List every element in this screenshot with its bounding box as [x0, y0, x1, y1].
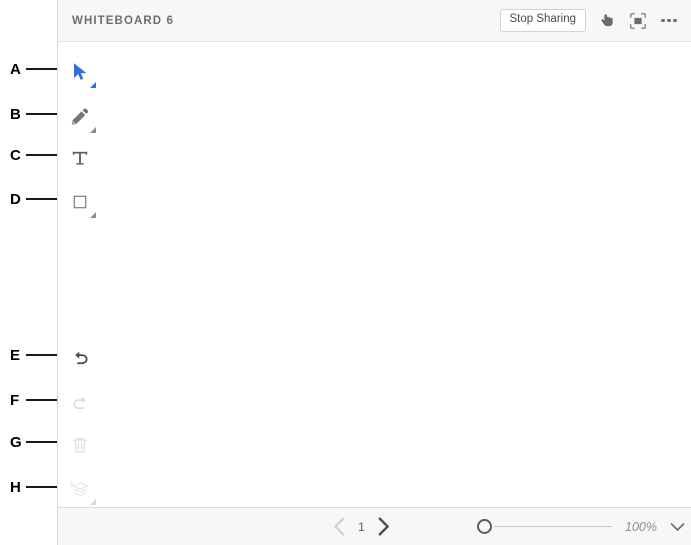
- page-navigation: 1: [333, 517, 390, 536]
- zoom-slider-handle[interactable]: [477, 519, 492, 534]
- whiteboard-canvas[interactable]: [102, 42, 691, 507]
- annotation-callout-a: A: [10, 58, 62, 80]
- more-options-icon[interactable]: [659, 11, 679, 31]
- window-titlebar: WHITEBOARD 6 Stop Sharing: [58, 0, 691, 42]
- dot: [661, 18, 665, 23]
- fit-to-screen-icon[interactable]: [628, 11, 648, 31]
- shape-tool[interactable]: [63, 185, 97, 219]
- tool-flyout-indicator[interactable]: [90, 82, 96, 88]
- annotation-callout-d: D: [10, 188, 62, 210]
- annotation-callout-f: F: [10, 389, 62, 411]
- annotation-letter: E: [10, 346, 21, 364]
- annotation-callout-g: G: [10, 431, 62, 453]
- annotation-callout-c: C: [10, 144, 62, 166]
- text-tool[interactable]: [63, 141, 97, 175]
- status-bar: 1 100%: [58, 507, 691, 545]
- delete-button[interactable]: [63, 428, 97, 462]
- tool-palette: [58, 42, 102, 507]
- header-actions: Stop Sharing: [499, 9, 680, 32]
- annotation-letter: C: [10, 146, 21, 164]
- annotation-letter: G: [10, 433, 22, 451]
- annotation-callout-h: H: [10, 476, 62, 498]
- tool-flyout-indicator[interactable]: [90, 127, 96, 133]
- tool-flyout-indicator[interactable]: [90, 212, 96, 218]
- zoom-controls: 100%: [477, 519, 685, 534]
- annotation-letter: F: [10, 391, 20, 409]
- annotation-letter: A: [10, 60, 21, 78]
- layers-button[interactable]: [63, 472, 97, 506]
- selection-tool[interactable]: [63, 55, 97, 89]
- annotation-callout-e: E: [10, 344, 62, 366]
- annotation-letter: D: [10, 190, 21, 208]
- annotation-callout-b: B: [10, 103, 62, 125]
- hand-pointer-icon[interactable]: [597, 11, 617, 31]
- tool-flyout-indicator[interactable]: [90, 499, 96, 505]
- page-title: WHITEBOARD 6: [72, 14, 175, 27]
- whiteboard-window: WHITEBOARD 6 Stop Sharing 1 100%: [57, 0, 691, 545]
- stop-sharing-button[interactable]: Stop Sharing: [499, 9, 586, 32]
- undo-button[interactable]: [63, 341, 97, 375]
- dot: [667, 18, 671, 23]
- page-number[interactable]: 1: [357, 520, 366, 534]
- pencil-tool[interactable]: [63, 100, 97, 134]
- dot: [673, 18, 677, 23]
- next-page-button[interactable]: [377, 517, 390, 536]
- zoom-level-label: 100%: [625, 519, 657, 534]
- annotation-letter: H: [10, 478, 21, 496]
- work-area: [58, 42, 691, 507]
- zoom-slider-track[interactable]: [494, 526, 612, 527]
- annotation-letter: B: [10, 105, 21, 123]
- previous-page-button[interactable]: [333, 517, 346, 536]
- zoom-dropdown-button[interactable]: [657, 522, 685, 532]
- redo-button[interactable]: [63, 386, 97, 420]
